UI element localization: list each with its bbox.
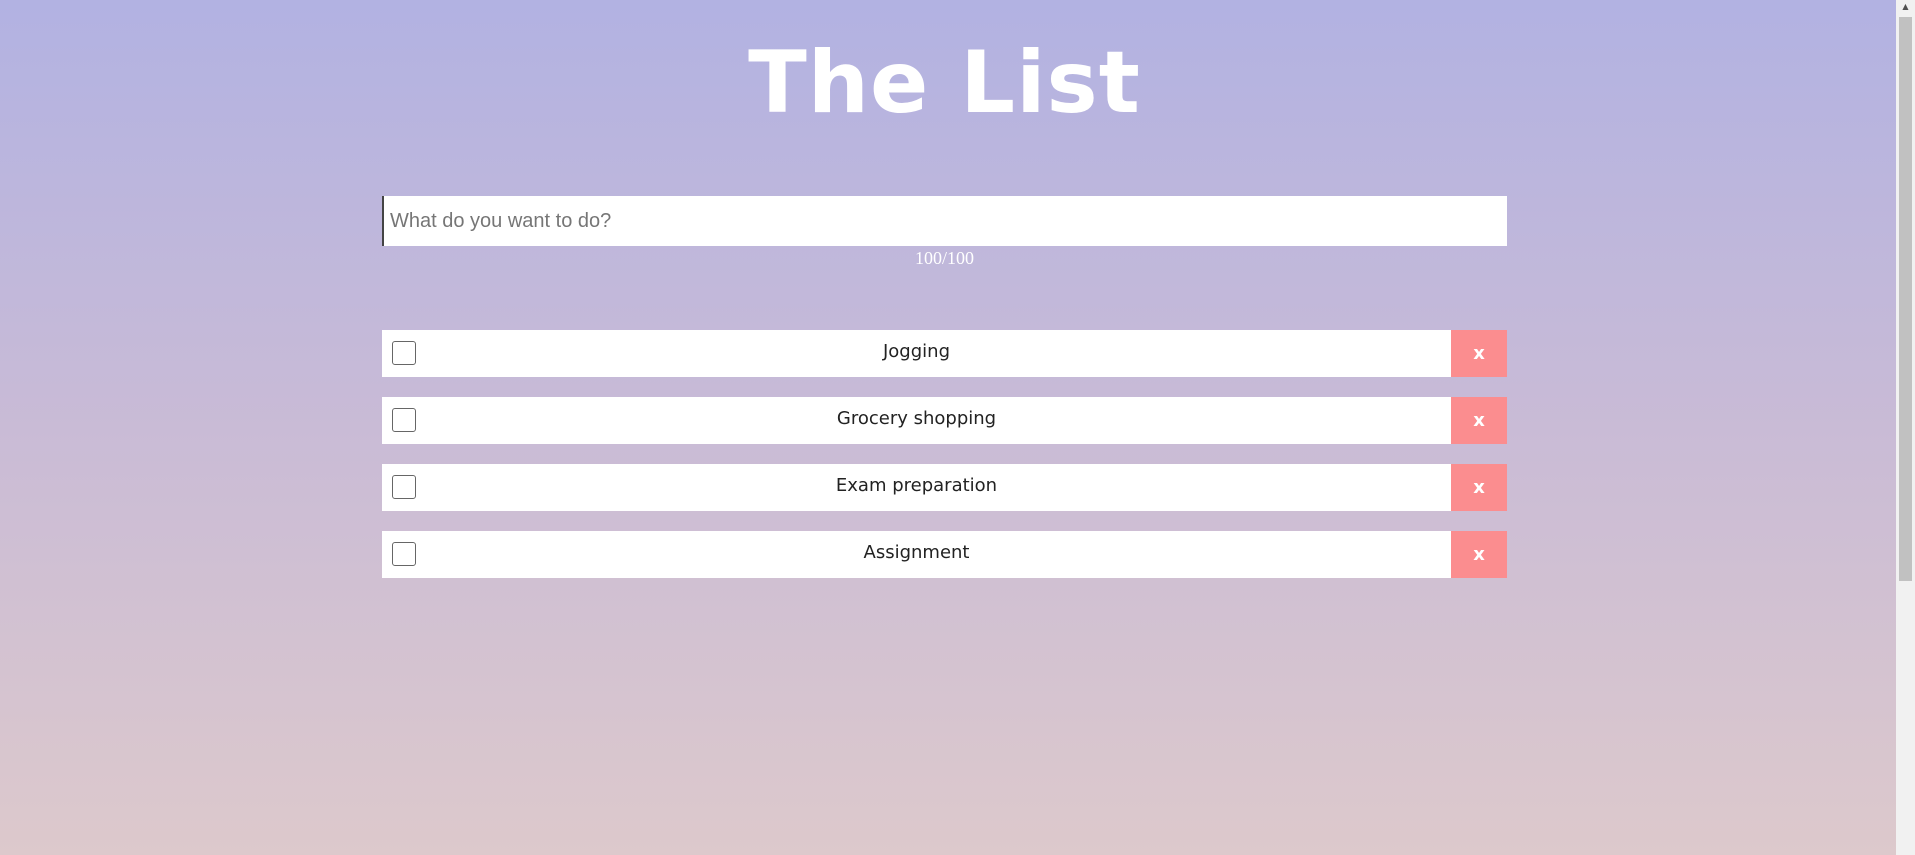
todo-item: Jogging x (382, 330, 1507, 377)
vertical-scrollbar[interactable]: ▲ (1896, 0, 1915, 855)
delete-button[interactable]: x (1451, 464, 1507, 511)
delete-button[interactable]: x (1451, 397, 1507, 444)
todo-item: Grocery shopping x (382, 397, 1507, 444)
todo-label: Exam preparation (835, 475, 998, 496)
todo-label: Assignment (863, 542, 970, 563)
todo-item: Assignment x (382, 531, 1507, 578)
delete-button[interactable]: x (1451, 330, 1507, 377)
chevron-up-icon[interactable]: ▲ (1896, 0, 1915, 14)
scrollbar-thumb[interactable] (1899, 17, 1912, 581)
todo-item: Exam preparation x (382, 464, 1507, 511)
delete-button[interactable]: x (1451, 531, 1507, 578)
todo-list: Jogging x Grocery shopping x Exam prepar… (382, 330, 1507, 598)
todo-input[interactable] (382, 196, 1507, 246)
page-title: The List (748, 33, 1141, 133)
page: The List 100/100 Jogging x Grocery shopp… (0, 0, 1896, 855)
todo-label: Jogging (882, 341, 950, 362)
todo-input-container (382, 196, 1507, 246)
todo-label: Grocery shopping (836, 408, 997, 429)
character-counter: 100/100 (914, 248, 974, 268)
